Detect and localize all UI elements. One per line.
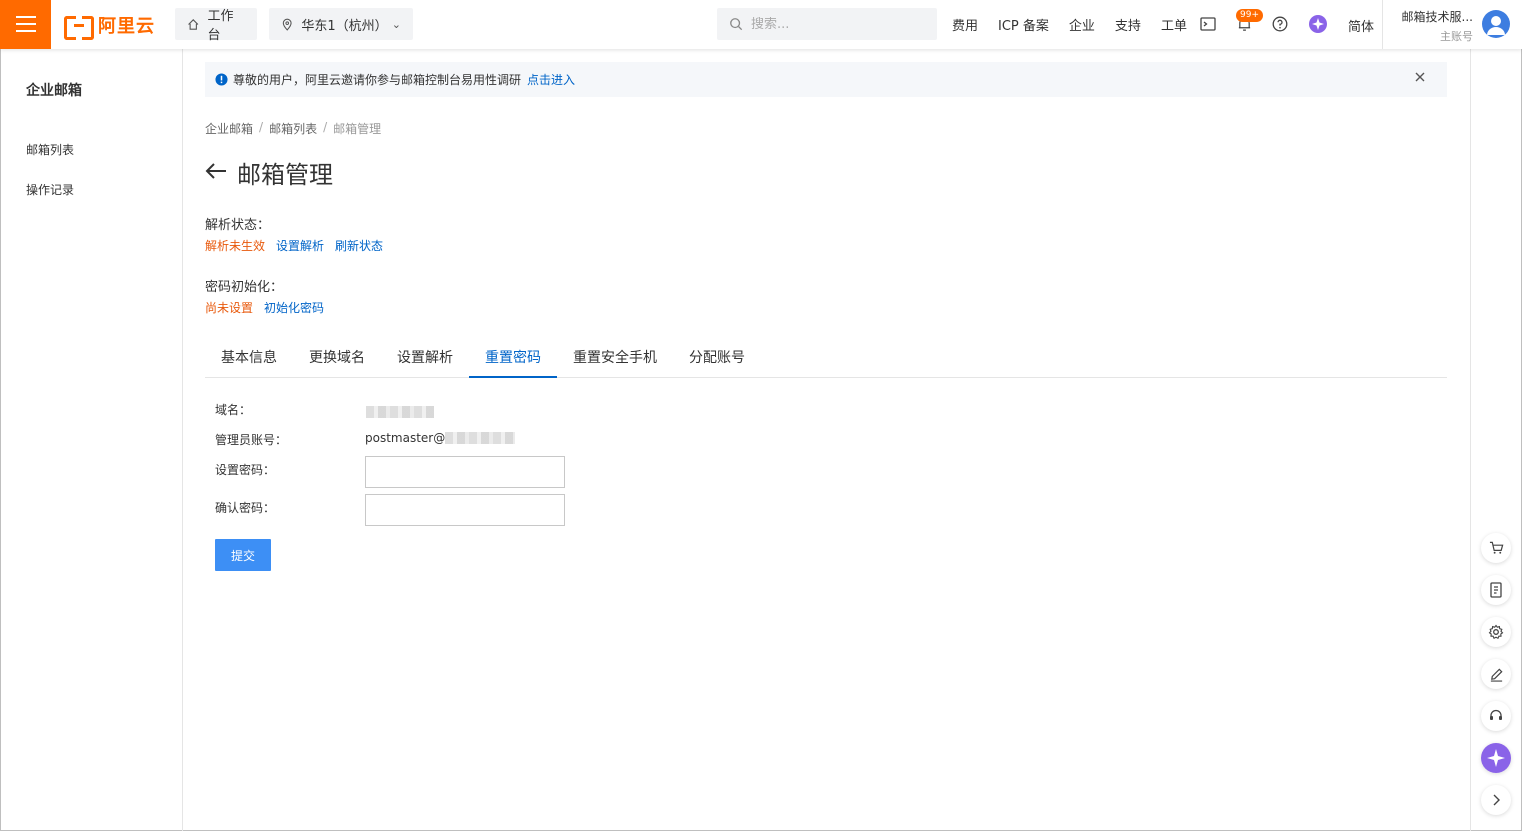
sidebar-title: 企业邮箱 — [26, 83, 82, 99]
admin-account-label: 管理员账号： — [215, 433, 288, 447]
workbench-button[interactable]: 工作台 — [175, 8, 257, 43]
notification-badge: 99+ — [1236, 9, 1263, 22]
hamburger-menu-button[interactable] — [0, 0, 51, 49]
top-bar: 阿里云 工作台 华东1（杭州） ⌄ 费用 ICP 备案 企业 支持 工单 99+… — [0, 0, 1522, 49]
breadcrumb-enterprise-mail[interactable]: 企业邮箱 — [205, 120, 253, 137]
aliyun-logo[interactable]: 阿里云 — [64, 12, 155, 40]
tab-change-domain[interactable]: 更换域名 — [293, 339, 381, 377]
tab-reset-password[interactable]: 重置密码 — [469, 339, 557, 378]
page-title: 邮箱管理 — [237, 161, 333, 189]
aliyun-logo-icon — [64, 16, 94, 40]
dns-status-value: 解析未生效 — [205, 239, 266, 253]
domain-label: 域名： — [215, 403, 252, 417]
close-icon[interactable] — [1415, 71, 1425, 85]
region-selector[interactable]: 华东1（杭州） ⌄ — [269, 8, 413, 40]
settings-gear-icon[interactable] — [1481, 617, 1511, 647]
password-init-row: 尚未设置 初始化密码 — [205, 299, 324, 316]
submit-button[interactable]: 提交 — [215, 539, 271, 571]
confirm-password-field[interactable] — [366, 495, 564, 525]
sidebar: 企业邮箱 邮箱列表 操作记录 — [0, 49, 183, 831]
terminal-icon[interactable] — [1198, 14, 1218, 34]
init-password-link[interactable]: 初始化密码 — [264, 299, 324, 316]
global-search[interactable] — [717, 8, 937, 40]
sidebar-item-mailbox-list[interactable]: 邮箱列表 — [26, 141, 74, 158]
breadcrumb: 企业邮箱 / 邮箱列表 / 邮箱管理 — [205, 120, 381, 137]
dns-status-row: 解析未生效 设置解析 刷新状态 — [205, 237, 383, 254]
chevron-right-icon[interactable] — [1481, 785, 1511, 815]
domain-value-redacted — [366, 401, 434, 420]
confirm-password-label: 确认密码： — [215, 501, 276, 515]
info-icon — [215, 73, 228, 86]
breadcrumb-separator: / — [323, 120, 328, 134]
password-init-value: 尚未设置 — [205, 301, 254, 315]
nav-support[interactable]: 支持 — [1115, 15, 1141, 34]
tab-set-dns[interactable]: 设置解析 — [381, 339, 469, 377]
location-pin-icon — [282, 18, 292, 31]
notice-link[interactable]: 点击进入 — [527, 71, 575, 88]
workbench-label: 工作台 — [207, 9, 234, 43]
region-label: 华东1（杭州） — [301, 18, 388, 34]
edit-pencil-icon[interactable] — [1481, 659, 1511, 689]
mailbox-tabs: 基本信息 更换域名 设置解析 重置密码 重置安全手机 分配账号 — [205, 339, 1447, 378]
tab-basic-info[interactable]: 基本信息 — [205, 339, 293, 377]
set-password-input[interactable] — [365, 456, 565, 488]
refresh-status-link[interactable]: 刷新状态 — [335, 237, 383, 254]
search-icon — [730, 18, 743, 31]
help-icon[interactable] — [1270, 14, 1290, 34]
set-dns-link[interactable]: 设置解析 — [276, 237, 324, 254]
nav-billing[interactable]: 费用 — [952, 15, 978, 34]
language-switch[interactable]: 简体 — [1348, 16, 1374, 35]
set-password-label: 设置密码： — [215, 463, 276, 477]
chevron-down-icon: ⌄ — [391, 17, 401, 31]
confirm-password-input[interactable] — [365, 494, 565, 526]
customer-service-icon[interactable] — [1481, 701, 1511, 731]
avatar[interactable] — [1482, 10, 1510, 38]
notice-text: 尊敬的用户，阿里云邀请你参与邮箱控制台易用性调研 — [233, 73, 522, 87]
top-nav-links: 费用 ICP 备案 企业 支持 工单 — [952, 0, 1207, 49]
nav-ticket[interactable]: 工单 — [1161, 15, 1187, 34]
ai-assistant-rail-icon[interactable] — [1481, 743, 1511, 773]
tab-reset-security-phone[interactable]: 重置安全手机 — [557, 339, 673, 377]
survey-notice: 尊敬的用户，阿里云邀请你参与邮箱控制台易用性调研 点击进入 — [205, 62, 1447, 97]
search-input[interactable] — [751, 16, 911, 32]
invoice-icon[interactable] — [1481, 575, 1511, 605]
dns-status-label: 解析状态： — [205, 218, 271, 233]
breadcrumb-mailbox-list[interactable]: 邮箱列表 — [269, 120, 317, 137]
breadcrumb-current: 邮箱管理 — [333, 122, 382, 136]
back-arrow-icon[interactable] — [205, 162, 227, 184]
tab-assign-account[interactable]: 分配账号 — [673, 339, 761, 377]
user-name: 邮箱技术服... — [1401, 10, 1473, 24]
set-password-field[interactable] — [366, 457, 564, 487]
header-divider — [1382, 0, 1383, 49]
logo-text: 阿里云 — [98, 16, 155, 37]
nav-enterprise[interactable]: 企业 — [1069, 15, 1095, 34]
cart-icon[interactable] — [1481, 533, 1511, 563]
admin-account-value: postmaster@ — [365, 431, 516, 445]
admin-domain-redacted — [445, 432, 516, 444]
breadcrumb-separator: / — [259, 120, 264, 134]
nav-icp[interactable]: ICP 备案 — [998, 15, 1049, 34]
right-tool-rail — [1470, 49, 1522, 831]
password-init-label: 密码初始化： — [205, 280, 284, 295]
sidebar-item-operation-log[interactable]: 操作记录 — [26, 181, 74, 198]
page-header: 邮箱管理 — [205, 155, 333, 190]
home-icon — [188, 18, 199, 30]
ai-assistant-icon[interactable] — [1308, 14, 1328, 34]
user-info[interactable]: 邮箱技术服... 主账号 — [1393, 8, 1473, 44]
admin-account-prefix: postmaster@ — [365, 431, 446, 445]
user-role: 主账号 — [1440, 30, 1473, 43]
